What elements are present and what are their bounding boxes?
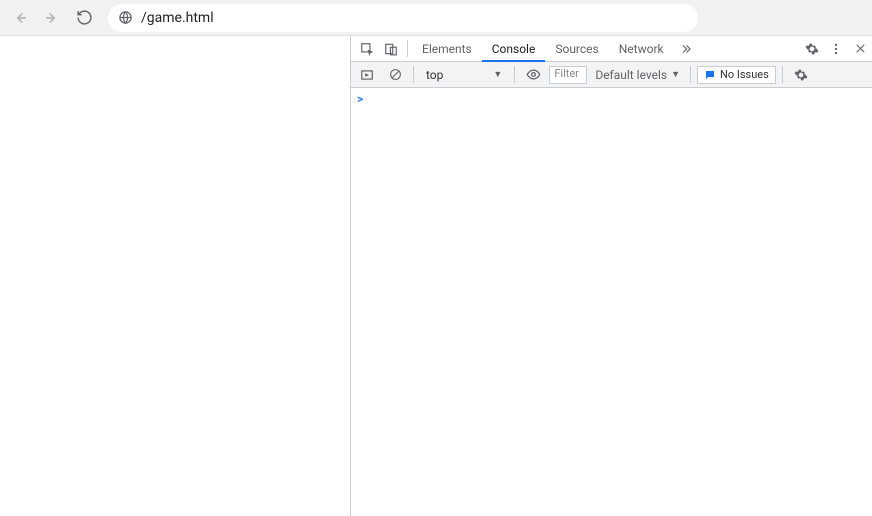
clear-console-button[interactable] xyxy=(383,68,407,81)
tab-label: Console xyxy=(492,42,536,56)
kebab-icon xyxy=(829,42,843,56)
page-viewport xyxy=(0,36,350,516)
sidebar-toggle-icon xyxy=(360,68,374,82)
issues-icon xyxy=(704,69,716,81)
url-text: /game.html xyxy=(141,10,214,26)
console-output[interactable]: > xyxy=(351,88,872,516)
divider xyxy=(690,66,691,83)
address-bar[interactable]: /game.html xyxy=(108,4,698,32)
chevrons-right-icon xyxy=(679,42,693,56)
tab-label: Elements xyxy=(422,42,472,56)
issues-button[interactable]: No Issues xyxy=(697,66,776,84)
tab-network[interactable]: Network xyxy=(609,36,674,61)
context-label: top xyxy=(426,68,443,82)
more-tabs-button[interactable] xyxy=(674,36,698,61)
console-prompt-caret: > xyxy=(357,92,363,106)
tab-sources[interactable]: Sources xyxy=(545,36,608,61)
log-levels-selector[interactable]: Default levels ▼ xyxy=(591,68,684,82)
devtools-tabstrip: Elements Console Sources Network xyxy=(351,36,872,62)
close-icon xyxy=(854,42,867,55)
divider xyxy=(407,40,408,57)
filter-placeholder: Filter xyxy=(554,67,579,80)
divider xyxy=(514,66,515,83)
inspect-element-button[interactable] xyxy=(355,36,379,61)
divider xyxy=(782,66,783,83)
reload-button[interactable] xyxy=(70,4,98,32)
tab-elements[interactable]: Elements xyxy=(412,36,482,61)
console-settings-button[interactable] xyxy=(789,68,813,82)
divider xyxy=(413,66,414,83)
device-toggle-button[interactable] xyxy=(379,36,403,61)
console-toolbar: top ▼ Filter Default levels ▼ No Issues xyxy=(351,62,872,88)
globe-icon xyxy=(118,10,133,25)
eye-icon xyxy=(526,67,541,82)
live-expression-button[interactable] xyxy=(521,67,545,82)
tab-label: Sources xyxy=(555,42,598,56)
execution-context-selector[interactable]: top ▼ xyxy=(420,65,508,85)
issues-label: No Issues xyxy=(720,68,769,81)
back-button[interactable] xyxy=(6,4,34,32)
device-icon xyxy=(384,42,398,56)
devtools-menu-button[interactable] xyxy=(824,36,848,61)
levels-label: Default levels xyxy=(595,68,667,82)
chevron-down-icon: ▼ xyxy=(671,69,680,80)
chevron-down-icon: ▼ xyxy=(493,69,502,80)
clear-icon xyxy=(389,68,402,81)
arrow-right-icon xyxy=(43,9,61,27)
devtools-panel: Elements Console Sources Network xyxy=(350,36,872,516)
tab-console[interactable]: Console xyxy=(482,36,546,61)
reload-icon xyxy=(76,9,93,26)
gear-icon xyxy=(794,68,808,82)
inspect-icon xyxy=(360,42,374,56)
console-sidebar-toggle[interactable] xyxy=(355,68,379,82)
browser-toolbar: /game.html xyxy=(0,0,872,36)
content-split: Elements Console Sources Network xyxy=(0,36,872,516)
arrow-left-icon xyxy=(11,9,29,27)
devtools-settings-button[interactable] xyxy=(800,36,824,61)
forward-button[interactable] xyxy=(38,4,66,32)
console-filter-input[interactable]: Filter xyxy=(549,66,587,84)
gear-icon xyxy=(805,42,819,56)
tab-label: Network xyxy=(619,42,664,56)
devtools-close-button[interactable] xyxy=(848,36,872,61)
